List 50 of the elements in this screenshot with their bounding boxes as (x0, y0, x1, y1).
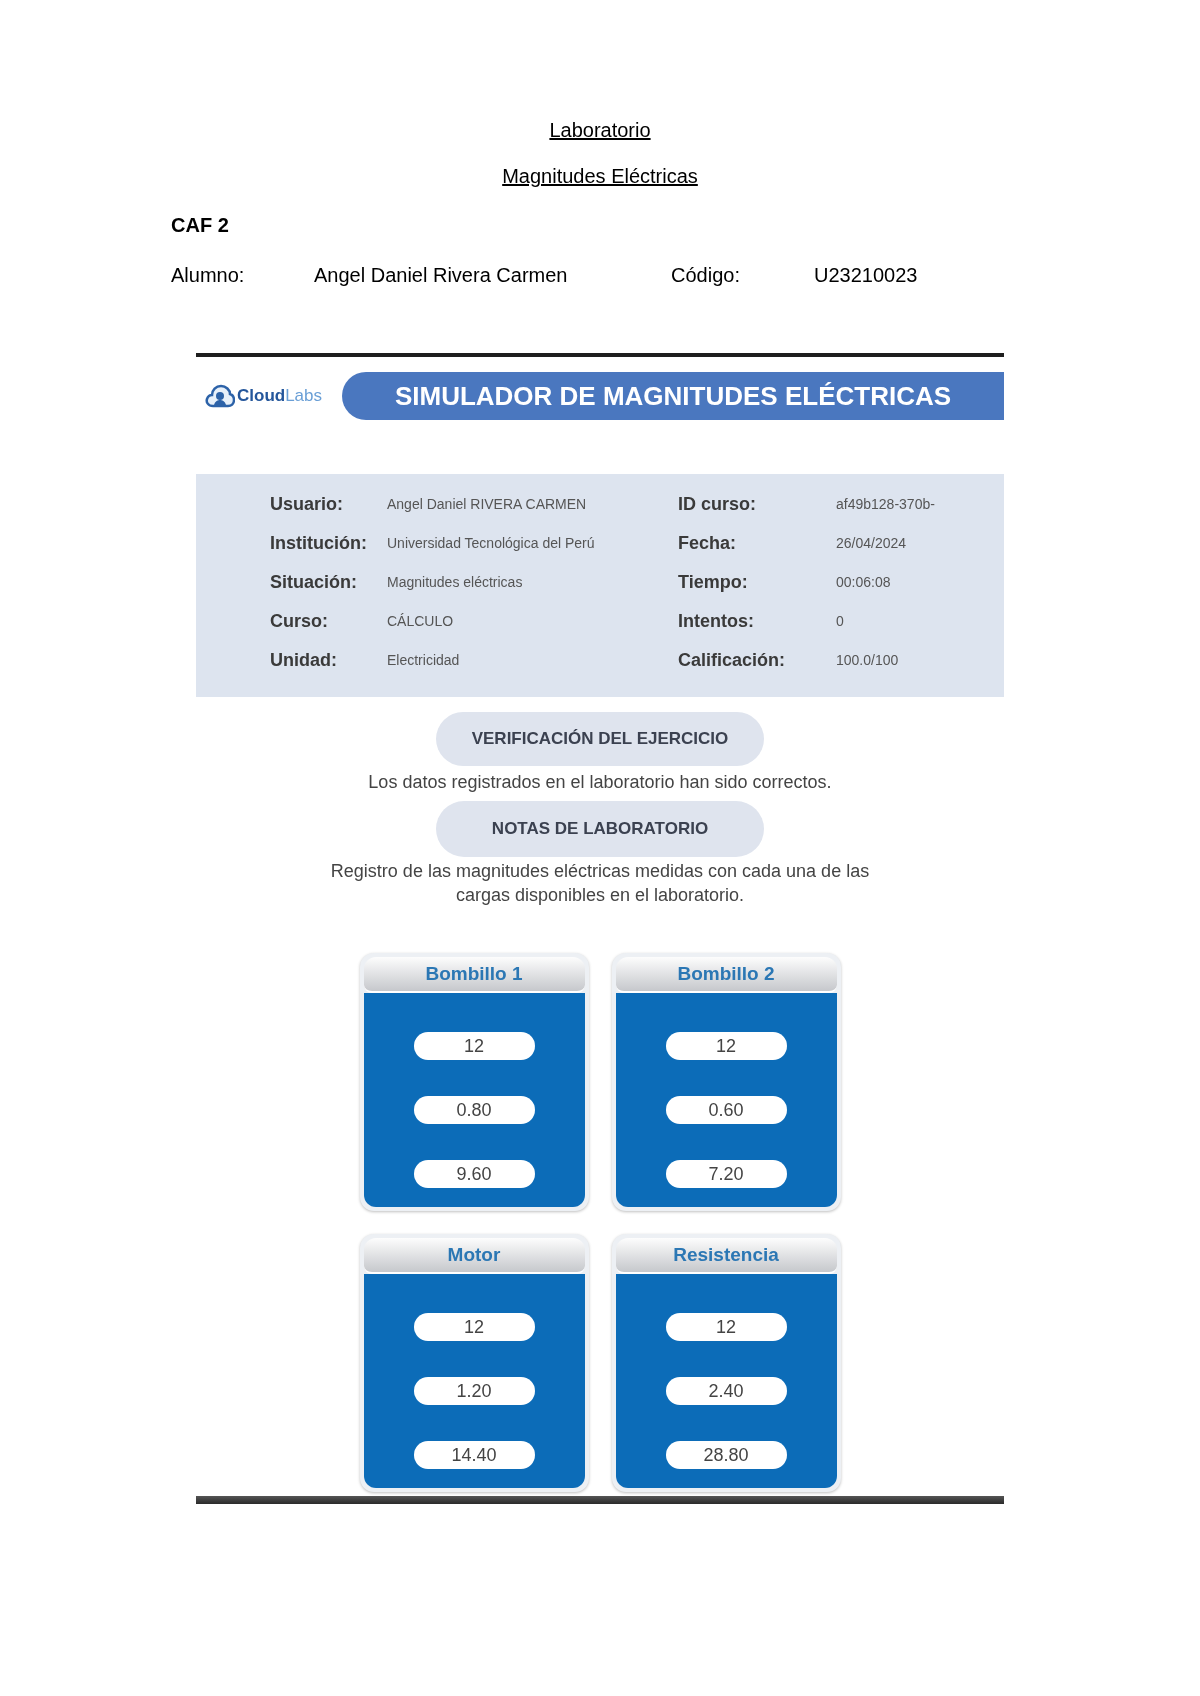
info-value: Angel Daniel RIVERA CARMEN (387, 495, 588, 514)
info-label: Intentos: (678, 610, 755, 633)
verification-message: Los datos registrados en el laboratorio han sido correctos. (368, 772, 832, 792)
value-field: 28.80 (665, 1441, 787, 1469)
info-value: 100.0/100 (836, 651, 900, 670)
info-value: Electricidad (387, 651, 461, 670)
info-label: Curso: (270, 610, 329, 633)
info-label: Unidad: (270, 649, 338, 672)
value-field: 7.20 (665, 1160, 787, 1188)
student-code: U23210023 (814, 263, 918, 288)
document-subtitle: Magnitudes Eléctricas (502, 164, 698, 189)
info-label: Situación: (270, 571, 358, 594)
value-field: 12 (665, 1313, 787, 1341)
card-title: Motor (363, 1238, 585, 1274)
info-label: Fecha: (678, 532, 738, 555)
notes-button[interactable]: NOTAS DE LABORATORIO (436, 801, 764, 857)
info-value: af49b128-370b- (836, 495, 936, 514)
student-label: Alumno: (171, 263, 246, 288)
code-label: Código: (671, 263, 741, 288)
info-label: Usuario: (270, 493, 344, 516)
value-field: 0.80 (413, 1096, 535, 1124)
info-value: 26/04/2024 (836, 534, 908, 553)
info-label: Tiempo: (678, 571, 749, 594)
value-field: 9.60 (413, 1160, 535, 1188)
card-title: Resistencia (615, 1238, 837, 1274)
student-name: Angel Daniel Rivera Carmen (314, 263, 569, 288)
value-field: 2.40 (665, 1377, 787, 1405)
logo-text: CloudLabs (237, 385, 323, 408)
cloud-icon (205, 383, 235, 409)
banner-title: SIMULADOR DE MAGNITUDES ELÉCTRICAS (342, 372, 1004, 420)
info-label: ID curso: (678, 493, 757, 516)
info-value: Magnitudes eléctricas (387, 573, 524, 592)
value-field: 12 (413, 1313, 535, 1341)
notes-message: Registro de las magnitudes eléctricas medidas con cada una de las cargas disponibles en el laboratorio. (329, 860, 871, 907)
value-field: 0.60 (665, 1096, 787, 1124)
info-value: Universidad Tecnológica del Perú (387, 534, 596, 553)
info-label: Calificación: (678, 649, 787, 672)
card-title: Bombillo 1 (363, 957, 585, 993)
value-field: 14.40 (413, 1441, 535, 1469)
info-value: 00:06:08 (836, 573, 892, 592)
info-value: CÁLCULO (387, 612, 455, 631)
value-field: 12 (665, 1032, 787, 1060)
value-field: 1.20 (413, 1377, 535, 1405)
info-value: 0 (836, 612, 845, 631)
group-label: CAF 2 (171, 214, 229, 236)
document-title: Laboratorio (549, 118, 651, 143)
value-field: 12 (413, 1032, 535, 1060)
card-title: Bombillo 2 (615, 957, 837, 993)
verification-button[interactable]: VERIFICACIÓN DEL EJERCICIO (436, 712, 764, 766)
info-label: Institución: (270, 532, 368, 555)
